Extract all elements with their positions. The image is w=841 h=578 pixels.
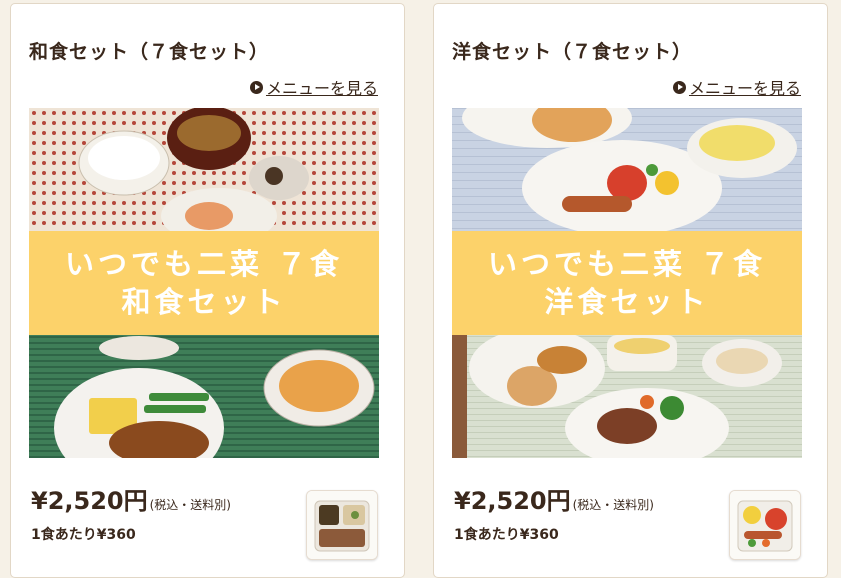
view-menu-label: メニューを見る <box>265 79 378 98</box>
product-card-washoku: 和食セット（７食セット） メニューを見る いつでも二菜 ７食 和食セット ¥2,… <box>10 3 405 578</box>
card-title: 洋食セット（７食セット） <box>452 41 693 63</box>
product-photo[interactable]: いつでも二菜 ７食 洋食セット <box>452 108 802 458</box>
price-note: (税込・送料別) <box>572 498 654 512</box>
play-icon <box>249 80 263 94</box>
banner-line-2: 和食セット <box>121 285 287 319</box>
photo-banner: いつでも二菜 ７食 洋食セット <box>452 231 802 335</box>
card-title: 和食セット（７食セット） <box>29 41 270 63</box>
yoshoku-tray-image <box>730 491 800 559</box>
view-menu-link[interactable]: メニューを見る <box>249 75 378 99</box>
per-meal-price: 1食あたり¥360 <box>454 527 559 543</box>
per-meal-price: 1食あたり¥360 <box>31 527 136 543</box>
product-photo[interactable]: いつでも二菜 ７食 和食セット <box>29 108 379 458</box>
banner-line-2: 洋食セット <box>544 285 710 319</box>
price-note: (税込・送料別) <box>149 498 231 512</box>
view-menu-label: メニューを見る <box>688 79 801 98</box>
washoku-tray-image <box>307 491 377 559</box>
photo-banner: いつでも二菜 ７食 和食セット <box>29 231 379 335</box>
price: ¥2,520円 (税込・送料別) <box>31 481 231 516</box>
play-icon <box>672 80 686 94</box>
product-thumbnail[interactable] <box>729 490 801 560</box>
product-card-yoshoku: 洋食セット（７食セット） メニューを見る いつでも二菜 ７食 洋食セット ¥2,… <box>433 3 828 578</box>
price-amount: ¥2,520円 <box>454 487 571 515</box>
price: ¥2,520円 (税込・送料別) <box>454 481 654 516</box>
price-amount: ¥2,520円 <box>31 487 148 515</box>
banner-line-1: いつでも二菜 ７食 <box>487 247 767 281</box>
product-thumbnail[interactable] <box>306 490 378 560</box>
banner-line-1: いつでも二菜 ７食 <box>64 247 344 281</box>
view-menu-link[interactable]: メニューを見る <box>672 75 801 99</box>
